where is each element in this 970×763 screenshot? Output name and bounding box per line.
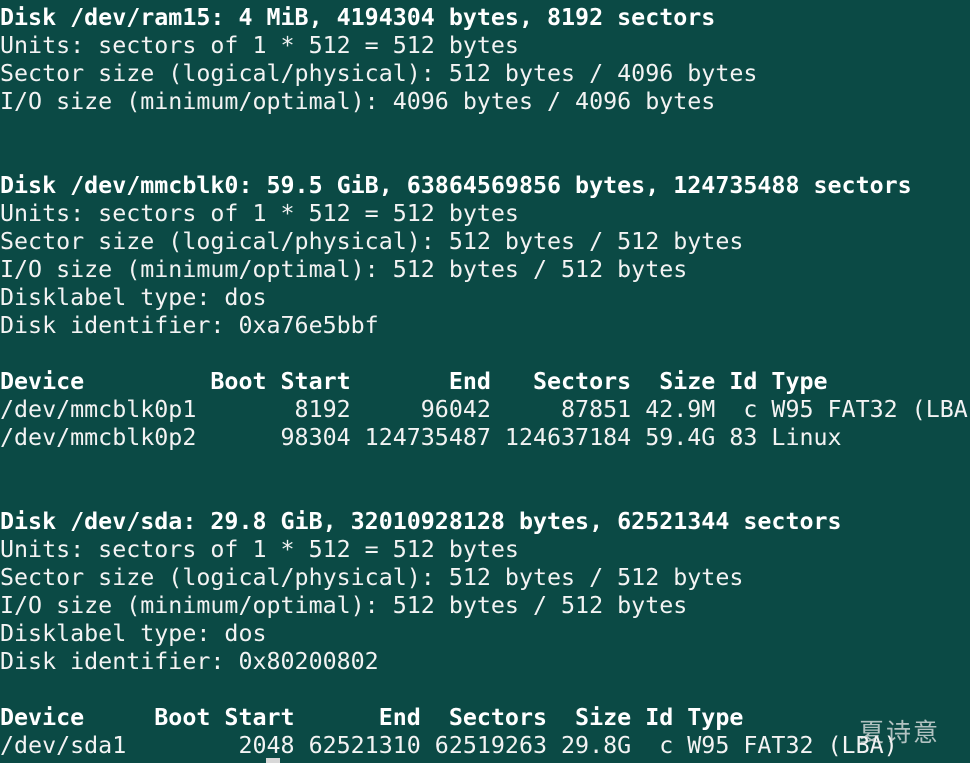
terminal-line: Disklabel type: dos [0,620,267,647]
watermark-text: 夏诗意 [858,718,940,747]
terminal-line: Sector size (logical/physical): 512 byte… [0,60,758,87]
terminal-line: Sector size (logical/physical): 512 byte… [0,228,744,255]
terminal-line: I/O size (minimum/optimal): 4096 bytes /… [0,88,716,115]
text-cursor [266,758,280,763]
terminal-line: Disk /dev/mmcblk0: 59.5 GiB, 63864569856… [0,172,912,199]
terminal-line: Disklabel type: dos [0,284,267,311]
terminal-line: /dev/sda1 2048 62521310 62519263 29.8G c… [0,732,898,759]
terminal-line: Disk /dev/ram15: 4 MiB, 4194304 bytes, 8… [0,4,716,31]
terminal-line: I/O size (minimum/optimal): 512 bytes / … [0,592,688,619]
terminal-line: Device Boot Start End Sectors Size Id Ty… [0,368,828,395]
terminal-line: Device Boot Start End Sectors Size Id Ty… [0,704,744,731]
terminal-line: Units: sectors of 1 * 512 = 512 bytes [0,536,519,563]
terminal-line: Sector size (logical/physical): 512 byte… [0,564,744,591]
terminal-window[interactable]: Disk /dev/ram15: 4 MiB, 4194304 bytes, 8… [0,0,970,763]
terminal-line: /dev/mmcblk0p2 98304 124735487 124637184… [0,424,842,451]
terminal-line: /dev/mmcblk0p1 8192 96042 87851 42.9M c … [0,396,970,423]
terminal-line: Disk identifier: 0xa76e5bbf [0,312,379,339]
terminal-line: Units: sectors of 1 * 512 = 512 bytes [0,32,519,59]
terminal-line: Units: sectors of 1 * 512 = 512 bytes [0,200,519,227]
terminal-line: I/O size (minimum/optimal): 512 bytes / … [0,256,688,283]
terminal-line: Disk identifier: 0x80200802 [0,648,379,675]
terminal-output: Disk /dev/ram15: 4 MiB, 4194304 bytes, 8… [0,4,970,760]
terminal-line: Disk /dev/sda: 29.8 GiB, 32010928128 byt… [0,508,842,535]
